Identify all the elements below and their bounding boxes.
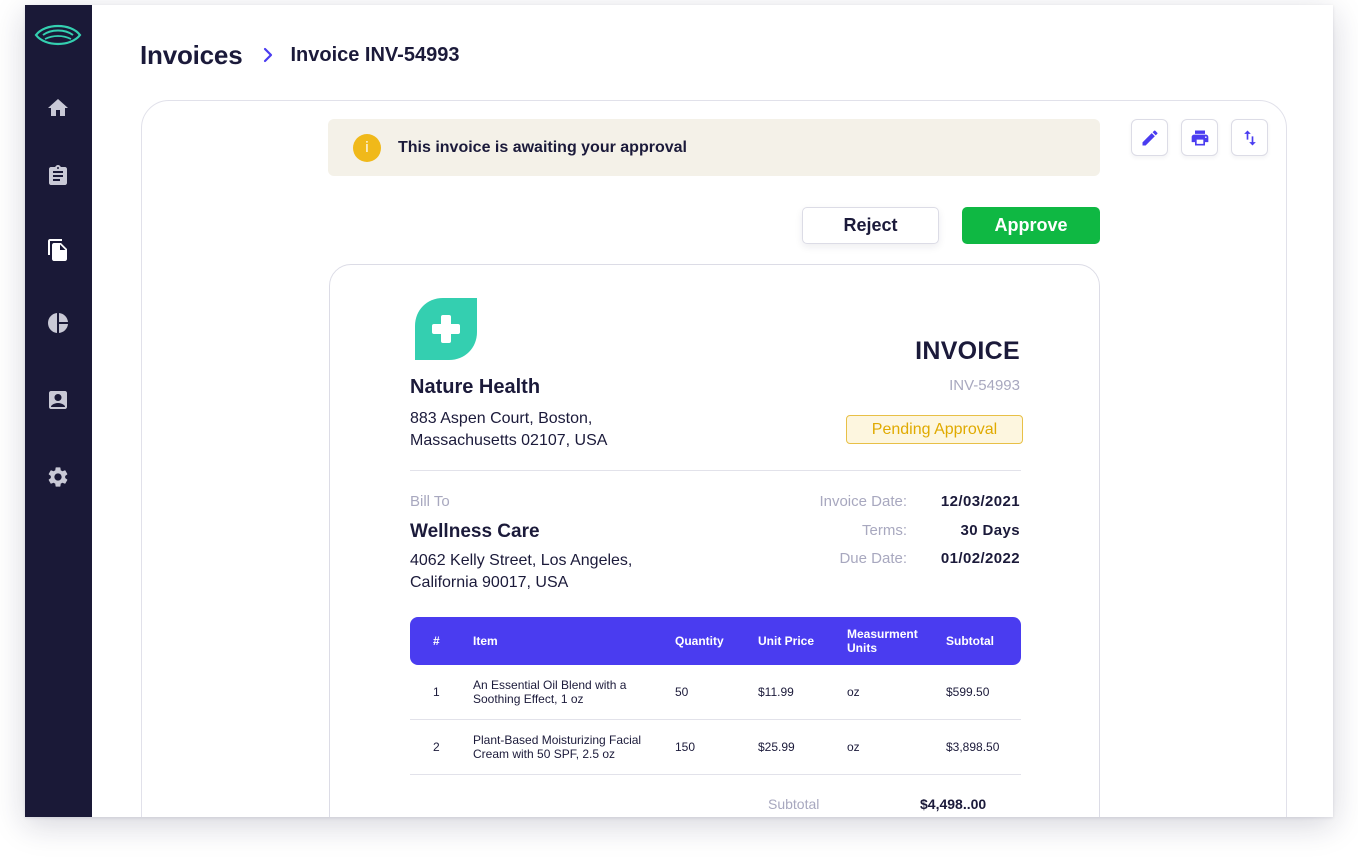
company-name: Nature Health bbox=[410, 376, 541, 398]
bill-to-label: Bill To bbox=[410, 493, 450, 510]
table-header: # Item Quantity Unit Price Measurment Un… bbox=[410, 617, 1021, 665]
gear-icon bbox=[48, 467, 68, 487]
nav-clipboard[interactable] bbox=[44, 162, 72, 190]
row-unit: oz bbox=[847, 685, 860, 699]
row-subtotal: $3,898.50 bbox=[946, 740, 1000, 754]
row-unit-price: $25.99 bbox=[758, 740, 795, 754]
breadcrumb-invoices-link[interactable]: Invoices bbox=[140, 40, 243, 71]
invoice-document: Nature Health 883 Aspen Court, Boston, M… bbox=[329, 264, 1100, 817]
print-button[interactable] bbox=[1181, 119, 1218, 156]
contact-card-icon bbox=[49, 391, 67, 409]
invoice-number: INV-54993 bbox=[949, 377, 1020, 394]
nav-home[interactable] bbox=[44, 94, 72, 122]
invoice-title: INVOICE bbox=[915, 337, 1020, 365]
edit-button[interactable] bbox=[1131, 119, 1168, 156]
company-logo-icon bbox=[415, 298, 477, 360]
sidebar bbox=[25, 5, 92, 817]
status-badge: Pending Approval bbox=[846, 415, 1023, 444]
table-row: 2 Plant-Based Moisturizing Facial Cream … bbox=[410, 720, 1021, 775]
reject-button[interactable]: Reject bbox=[802, 207, 939, 244]
nav-contacts[interactable] bbox=[44, 386, 72, 414]
sort-icon bbox=[1243, 130, 1256, 145]
row-item: Plant-Based Moisturizing Facial Cream wi… bbox=[473, 733, 642, 761]
app-window: Invoices Invoice INV-54993 i This invoic… bbox=[25, 5, 1333, 817]
sort-button[interactable] bbox=[1231, 119, 1268, 156]
chevron-right-icon bbox=[262, 46, 276, 64]
due-date-value: 01/02/2022 bbox=[940, 550, 1020, 567]
bill-to-address-line2: California 90017, USA bbox=[410, 574, 569, 591]
breadcrumb: Invoices Invoice INV-54993 bbox=[140, 38, 459, 72]
row-quantity: 150 bbox=[675, 740, 696, 754]
alert-text: This invoice is awaiting your approval bbox=[398, 138, 687, 156]
bill-to-address: 4062 Kelly Street, Los Angeles, Californ… bbox=[410, 550, 632, 594]
row-unit: oz bbox=[847, 740, 860, 754]
edit-icon bbox=[1142, 129, 1158, 145]
row-quantity: 50 bbox=[675, 685, 689, 699]
terms-label: Terms: bbox=[862, 522, 907, 539]
table-row: 1 An Essential Oil Blend with a Soothing… bbox=[410, 665, 1021, 720]
invoice-date-value: 12/03/2021 bbox=[940, 493, 1020, 510]
bill-to-name: Wellness Care bbox=[410, 521, 540, 542]
header-number: # bbox=[433, 634, 440, 648]
approve-button[interactable]: Approve bbox=[962, 207, 1100, 244]
home-icon bbox=[48, 99, 68, 116]
clipboard-icon bbox=[49, 165, 67, 185]
row-item: An Essential Oil Blend with a Soothing E… bbox=[473, 678, 627, 706]
page-title: Invoice INV-54993 bbox=[290, 43, 460, 66]
header-subtotal: Subtotal bbox=[946, 634, 994, 648]
company-address-line1: 883 Aspen Court, Boston, bbox=[410, 410, 593, 427]
invoice-date-label: Invoice Date: bbox=[819, 493, 907, 510]
nav-settings[interactable] bbox=[44, 463, 72, 491]
app-logo-icon[interactable] bbox=[33, 19, 83, 51]
invoice-date-row: Invoice Date: 12/03/2021 bbox=[767, 493, 1020, 510]
print-icon bbox=[1191, 130, 1208, 145]
header-measurement-units: Measurment Units bbox=[847, 627, 918, 655]
due-date-label: Due Date: bbox=[839, 550, 907, 567]
info-icon: i bbox=[353, 133, 381, 162]
row-unit-price: $11.99 bbox=[758, 685, 794, 699]
row-number: 2 bbox=[433, 740, 440, 754]
row-number: 1 bbox=[433, 685, 440, 699]
terms-row: Terms: 30 Days bbox=[767, 522, 1020, 539]
bill-to-address-line1: 4062 Kelly Street, Los Angeles, bbox=[410, 552, 633, 569]
terms-value: 30 Days bbox=[960, 522, 1020, 539]
company-address: 883 Aspen Court, Boston, Massachusetts 0… bbox=[410, 408, 607, 452]
header-item: Item bbox=[473, 634, 498, 648]
pie-chart-icon bbox=[48, 313, 68, 333]
subtotal-label: Subtotal bbox=[768, 796, 820, 812]
header-quantity: Quantity bbox=[675, 634, 724, 648]
items-table: # Item Quantity Unit Price Measurment Un… bbox=[410, 617, 1021, 775]
header-unit-price: Unit Price bbox=[758, 634, 815, 648]
nav-reports[interactable] bbox=[44, 309, 72, 337]
company-address-line2: Massachusetts 02107, USA bbox=[410, 432, 608, 449]
row-subtotal: $599.50 bbox=[946, 685, 990, 699]
divider bbox=[410, 470, 1021, 471]
subtotal-value: $4,498..00 bbox=[920, 796, 987, 812]
due-date-row: Due Date: 01/02/2022 bbox=[767, 550, 1020, 567]
documents-icon bbox=[48, 239, 67, 261]
nav-documents[interactable] bbox=[44, 236, 72, 264]
approval-alert: i This invoice is awaiting your approval bbox=[328, 119, 1100, 176]
